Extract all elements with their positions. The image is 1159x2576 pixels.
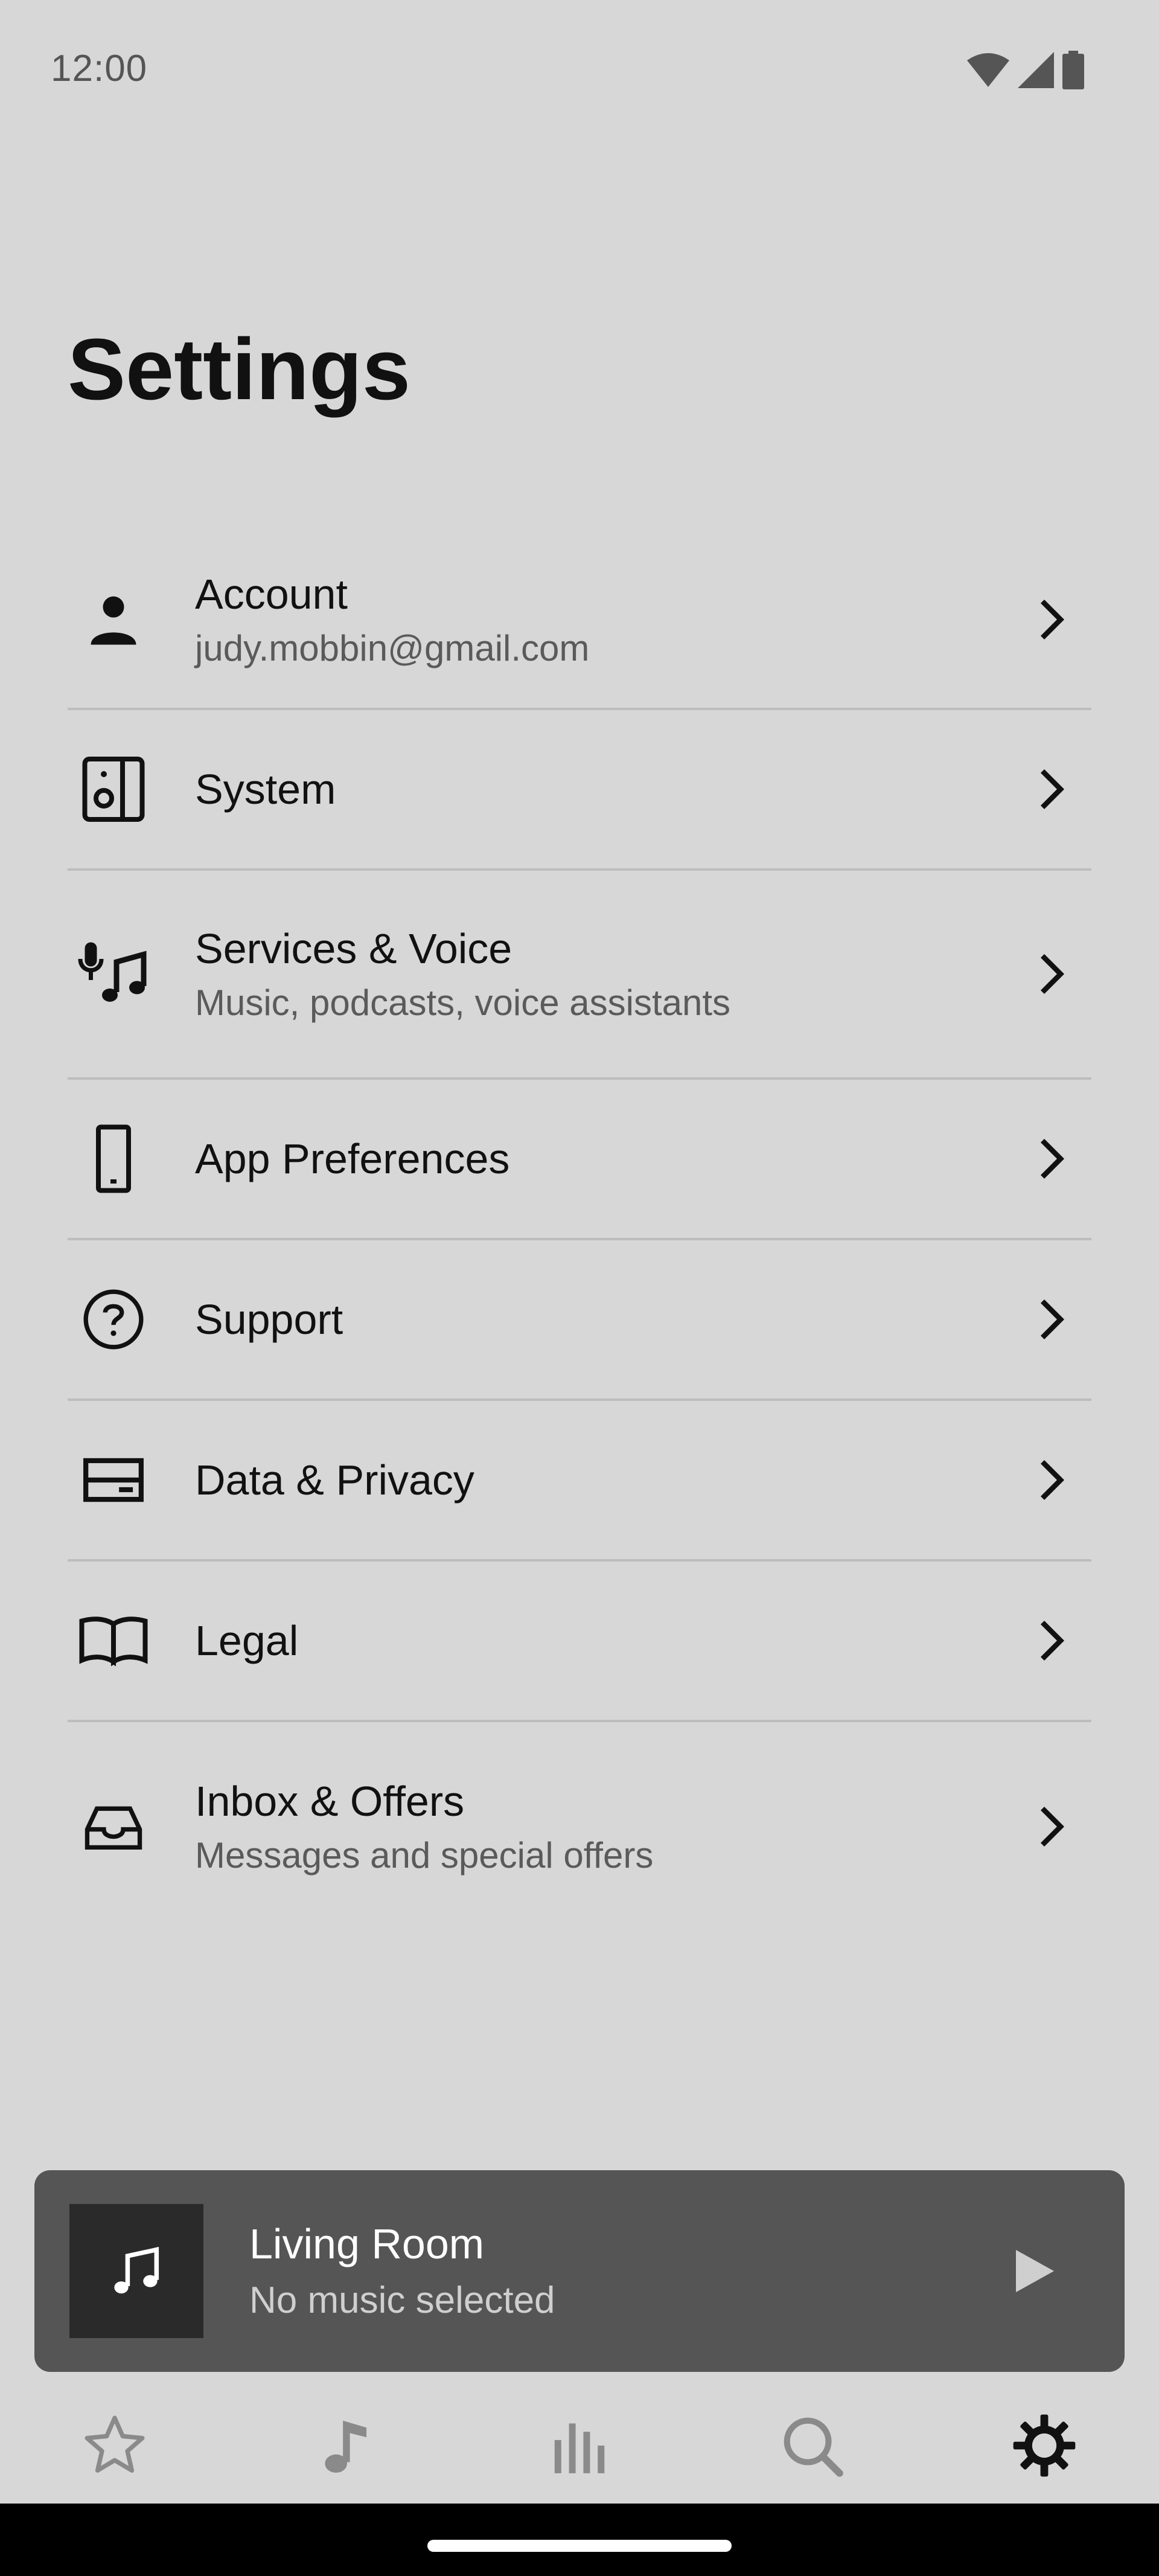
play-button[interactable] — [1007, 2246, 1058, 2296]
settings-item-account[interactable]: Account judy.mobbin@gmail.com — [68, 531, 1091, 710]
music-note-icon — [114, 2246, 159, 2294]
battery-icon — [1062, 51, 1084, 89]
tab-settings[interactable] — [1008, 2409, 1081, 2482]
chevron-right-icon — [1040, 769, 1065, 810]
item-label: Data & Privacy — [195, 1456, 474, 1504]
settings-item-legal[interactable]: Legal — [68, 1562, 1091, 1722]
home-indicator[interactable] — [427, 2540, 732, 2552]
item-label: Inbox & Offers — [195, 1777, 465, 1825]
now-playing-status: No music selected — [249, 2280, 555, 2321]
star-icon — [85, 2415, 145, 2473]
settings-item-data-privacy[interactable]: Data & Privacy — [68, 1401, 1091, 1562]
bottom-tab-bar — [0, 2391, 1159, 2500]
equalizer-icon — [554, 2423, 605, 2473]
chevron-right-icon — [1040, 1299, 1065, 1340]
settings-item-app-preferences[interactable]: App Preferences — [68, 1080, 1091, 1240]
speaker-icon — [77, 753, 150, 825]
item-label: System — [195, 766, 336, 813]
tab-rooms[interactable] — [543, 2409, 616, 2482]
item-text: Services & Voice Music, podcasts, voice … — [195, 923, 1019, 1025]
phone-icon — [77, 1123, 150, 1195]
item-text: Support — [195, 1294, 1019, 1345]
chevron-right-icon — [1040, 1459, 1065, 1501]
inbox-icon — [77, 1790, 150, 1863]
item-label: Account — [195, 570, 348, 618]
item-text: System — [195, 764, 1019, 815]
mic-music-icon — [77, 938, 150, 1010]
item-label: Services & Voice — [195, 924, 512, 972]
chevron-right-icon — [1040, 1620, 1065, 1661]
settings-list: Account judy.mobbin@gmail.com System Ser… — [68, 531, 1091, 1931]
search-icon — [784, 2417, 843, 2477]
status-icons — [967, 51, 1084, 89]
item-label: Legal — [195, 1617, 299, 1664]
signal-icon — [1018, 52, 1054, 88]
music-note-icon — [325, 2420, 367, 2473]
system-navigation-bar — [0, 2504, 1159, 2576]
now-playing-bar[interactable]: Living Room No music selected — [34, 2170, 1125, 2372]
item-label: App Preferences — [195, 1135, 510, 1182]
card-icon — [77, 1444, 150, 1516]
tab-music[interactable] — [311, 2409, 383, 2482]
item-text: Legal — [195, 1615, 1019, 1666]
item-label: Support — [195, 1296, 343, 1343]
book-icon — [77, 1604, 150, 1677]
chevron-right-icon — [1040, 1138, 1065, 1179]
tab-favorites[interactable] — [78, 2409, 151, 2482]
item-subtitle: Music, podcasts, voice assistants — [195, 982, 731, 1023]
item-text: Data & Privacy — [195, 1455, 1019, 1505]
help-circle-icon — [77, 1283, 150, 1356]
item-text: App Preferences — [195, 1133, 1019, 1184]
settings-item-support[interactable]: Support — [68, 1240, 1091, 1401]
settings-item-services-voice[interactable]: Services & Voice Music, podcasts, voice … — [68, 871, 1091, 1080]
gear-icon — [1013, 2414, 1076, 2477]
settings-item-inbox-offers[interactable]: Inbox & Offers Messages and special offe… — [68, 1722, 1091, 1931]
wifi-icon — [967, 53, 1009, 87]
status-time: 12:00 — [51, 48, 148, 89]
person-icon — [77, 583, 150, 656]
album-art — [69, 2204, 203, 2338]
chevron-right-icon — [1040, 953, 1065, 995]
status-bar: 12:00 — [0, 0, 1159, 139]
chevron-right-icon — [1040, 1806, 1065, 1847]
item-text: Account judy.mobbin@gmail.com — [195, 569, 1019, 671]
item-text: Inbox & Offers Messages and special offe… — [195, 1776, 1019, 1878]
tab-search[interactable] — [776, 2409, 848, 2482]
item-subtitle: Messages and special offers — [195, 1834, 654, 1876]
page-title: Settings — [68, 321, 411, 418]
chevron-right-icon — [1040, 599, 1065, 640]
now-playing-room: Living Room — [249, 2220, 485, 2267]
settings-item-system[interactable]: System — [68, 710, 1091, 871]
item-subtitle: judy.mobbin@gmail.com — [195, 627, 590, 668]
